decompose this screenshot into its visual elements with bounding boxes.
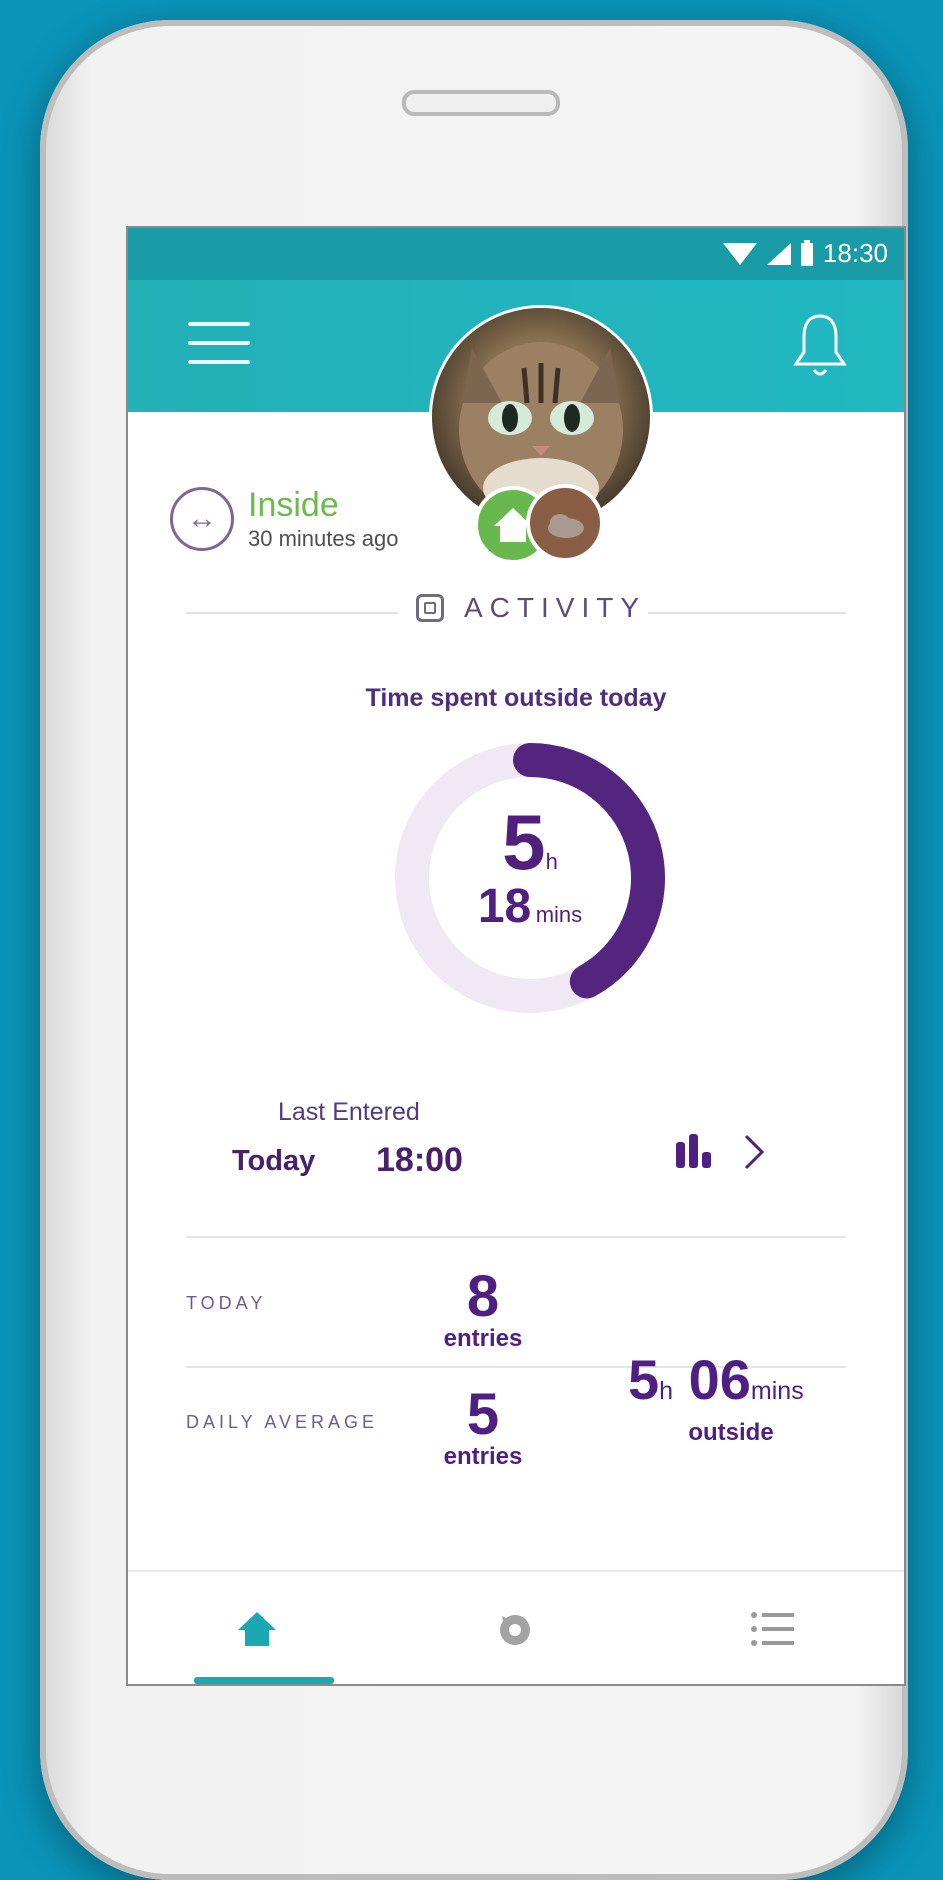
active-tab-indicator	[194, 1677, 334, 1684]
notification-bell-icon[interactable]	[790, 310, 850, 380]
menu-icon[interactable]	[188, 322, 250, 372]
weather-badge	[526, 484, 604, 562]
outside-minutes-unit: mins	[535, 902, 583, 927]
last-entered-label: Last Entered	[278, 1098, 420, 1126]
location-time-text: 30 minutes ago	[248, 526, 399, 551]
speaker-grille	[402, 90, 560, 116]
today-entries-label: entries	[443, 1325, 523, 1352]
today-label: TODAY	[186, 1293, 267, 1313]
status-icons: 18:30	[722, 238, 888, 269]
list-icon	[751, 1612, 794, 1646]
average-entries: 5 entries	[428, 1386, 538, 1470]
outside-minutes: 18	[477, 880, 532, 933]
outside-hours: 5	[502, 798, 546, 886]
bar-chart-icon	[676, 1142, 685, 1168]
status-time: 18:30	[822, 238, 888, 268]
wifi-icon	[722, 242, 757, 265]
average-hours-unit: h	[659, 1377, 674, 1405]
average-entries-count: 5	[466, 1382, 500, 1447]
activity-title: ACTIVITY	[464, 592, 647, 623]
last-entered-day: Today	[232, 1145, 316, 1177]
average-entries-label: entries	[443, 1443, 523, 1470]
outside-hours-unit: h	[545, 849, 558, 874]
location-status: ↔ Inside 30 minutes ago	[170, 486, 398, 552]
location-status-text: Inside	[248, 486, 339, 524]
average-hours: 5	[628, 1348, 660, 1411]
view-stats-button[interactable]	[676, 1128, 786, 1178]
bottom-navigation	[128, 1570, 904, 1684]
nav-list-tab[interactable]	[644, 1572, 902, 1684]
activity-icon	[416, 594, 444, 622]
divider	[186, 1236, 846, 1238]
status-bar: 18:30	[128, 228, 904, 280]
battery-icon	[800, 239, 813, 266]
in-out-arrows-icon[interactable]: ↔	[170, 487, 234, 551]
today-entries: 8 entries	[428, 1268, 538, 1352]
last-entered-time: 18:00	[376, 1141, 463, 1179]
daily-average-label: DAILY AVERAGE	[186, 1412, 379, 1432]
pet-feeder-icon	[500, 1615, 530, 1645]
signal-icon	[766, 242, 791, 265]
phone-frame: 18:30 ↔ Inside 30 minutes ago ACTIVITY T…	[40, 20, 908, 1880]
average-minutes-unit: mins	[750, 1377, 804, 1405]
average-minutes: 06	[688, 1348, 751, 1411]
home-icon	[238, 1612, 276, 1646]
time-outside-title: Time spent outside today	[365, 684, 667, 712]
today-entries-count: 8	[466, 1264, 500, 1329]
average-time-outside: 5h 06mins outside	[628, 1352, 878, 1447]
nav-home-tab[interactable]	[128, 1572, 386, 1684]
nav-feeder-tab[interactable]	[386, 1572, 644, 1684]
activity-section-header: ACTIVITY	[186, 592, 846, 632]
chevron-right-icon	[744, 1134, 765, 1170]
app-screen: 18:30 ↔ Inside 30 minutes ago ACTIVITY T…	[126, 226, 906, 1686]
time-outside-value: 5h 18 mins	[390, 803, 670, 933]
average-outside-label: outside	[688, 1419, 774, 1446]
